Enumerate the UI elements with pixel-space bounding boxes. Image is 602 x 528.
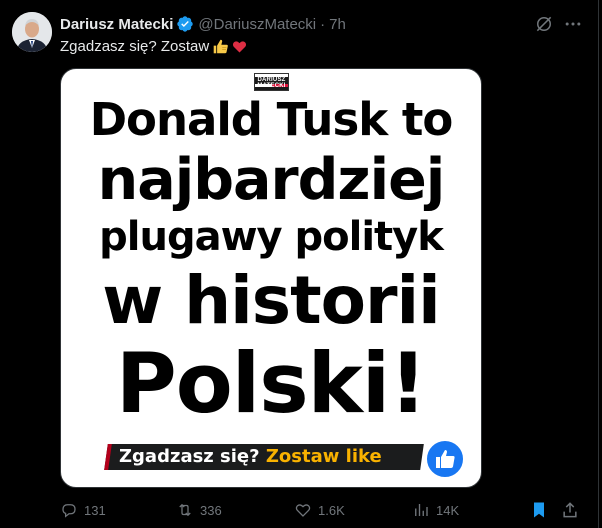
like-count: 1.6K: [318, 502, 345, 518]
like-icon: [295, 504, 311, 517]
tweet-time[interactable]: 7h: [329, 16, 346, 33]
views-count: 14K: [436, 502, 460, 518]
tweet-text: Zgadzasz się? Zostaw: [60, 38, 247, 55]
repost-icon: [179, 503, 191, 517]
author-handle[interactable]: @DariuszMatecki: [198, 16, 316, 33]
views-icon: [415, 504, 428, 516]
verified-badge-icon[interactable]: [176, 15, 194, 33]
banner-text: Zgadzasz się? Zostaw like: [119, 444, 382, 470]
headline-line-4: w historii: [102, 262, 441, 339]
tweet-text-content: Zgadzasz się? Zostaw: [60, 38, 210, 55]
headline-line-1: Donald Tusk to: [89, 93, 454, 146]
banner-question: Zgadzasz się?: [119, 446, 260, 467]
tweet-header: Dariusz Matecki @DariuszMatecki · 7h: [60, 14, 346, 34]
bookmark-icon[interactable]: [529, 500, 549, 520]
more-icon[interactable]: [563, 14, 583, 34]
timeline-border: [598, 0, 599, 528]
views-button[interactable]: 14K: [412, 500, 459, 520]
heart-emoji: [233, 41, 247, 53]
like-thumb-icon: [436, 450, 455, 468]
repost-count: 336: [200, 502, 222, 518]
share-icon[interactable]: [560, 500, 580, 520]
reply-button[interactable]: 131: [60, 500, 106, 520]
headline-line-2: najbardziej: [97, 147, 446, 213]
tweet-actions: 131 336 1.6K 14K: [60, 500, 590, 522]
separator-dot: ·: [320, 15, 326, 33]
reply-count: 131: [84, 502, 106, 518]
logo-line2: MATECKI: [257, 83, 286, 89]
author-avatar[interactable]: [12, 12, 52, 52]
headline-line-3: plugawy polityk: [99, 214, 444, 260]
author-name[interactable]: Dariusz Matecki: [60, 16, 173, 33]
like-button[interactable]: 1.6K: [294, 500, 345, 520]
repost-button[interactable]: 336: [176, 500, 222, 520]
headline-line-5: Polski!: [115, 335, 427, 432]
logo-text: DARIUSZ MATECKI: [255, 77, 288, 89]
media-logo: DARIUSZ MATECKI: [254, 73, 289, 91]
banner-cta: Zostaw like: [265, 446, 382, 467]
reply-icon: [62, 504, 76, 518]
thumbs-up-emoji: [213, 39, 229, 54]
grok-icon[interactable]: [534, 14, 554, 34]
like-badge-icon: [425, 439, 465, 479]
avatar-image: [12, 12, 52, 52]
tweet-media-image[interactable]: DARIUSZ MATECKI Donald Tusk to najbardzi…: [60, 68, 482, 488]
